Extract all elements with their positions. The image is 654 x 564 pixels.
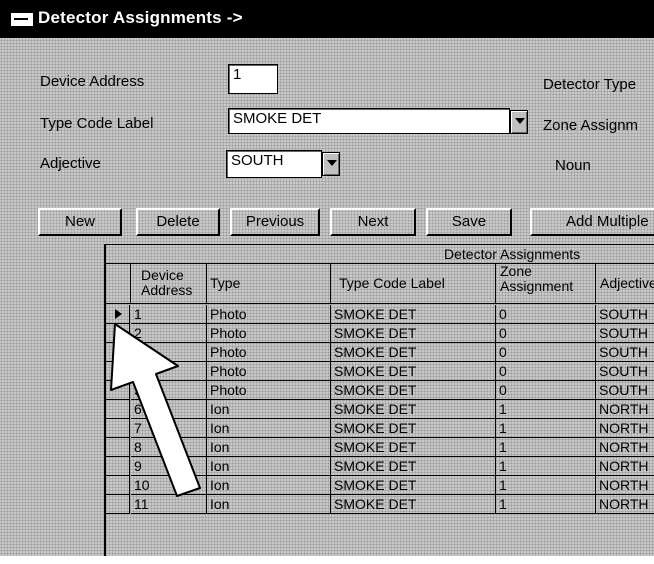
callout-arrow-icon bbox=[110, 323, 201, 497]
detector-assignments-window: Detector Assignments -> Device Address 1… bbox=[0, 0, 654, 556]
